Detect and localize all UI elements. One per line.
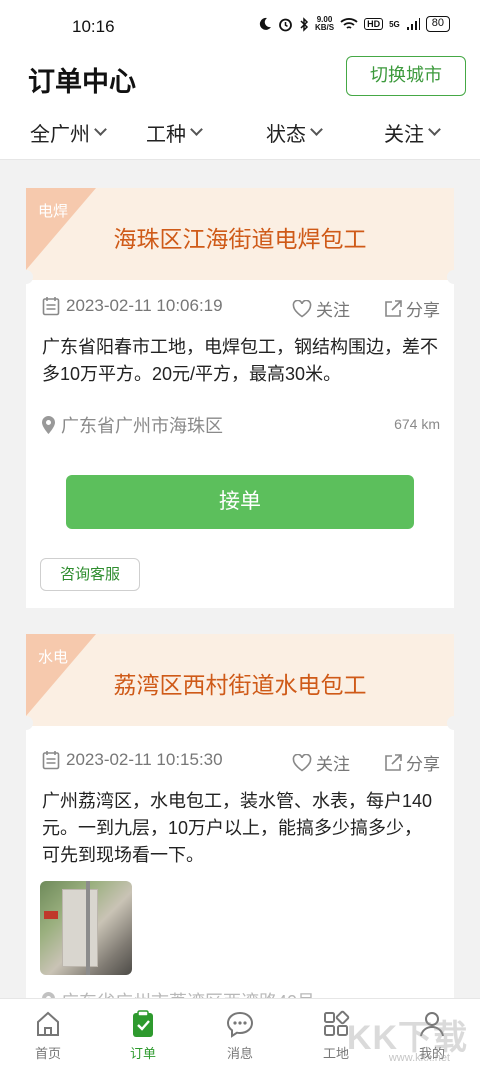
share-button[interactable]: 分享 xyxy=(384,296,440,321)
chat-bubble-icon xyxy=(226,1011,254,1038)
filter-label: 全广州 xyxy=(30,124,90,146)
order-date: 2023-02-11 10:15:30 xyxy=(42,750,223,770)
order-datetime: 2023-02-11 10:06:19 xyxy=(66,296,223,315)
follow-button[interactable]: 关注 xyxy=(292,750,350,775)
tab-messages[interactable]: 消息 xyxy=(208,1009,272,1062)
filter-city[interactable]: 全广州 xyxy=(30,118,107,147)
order-date: 2023-02-11 10:06:19 xyxy=(42,296,223,316)
calendar-icon xyxy=(42,751,60,770)
follow-button[interactable]: 关注 xyxy=(292,296,350,321)
order-location-row: 广东省广州市海珠区 674 km xyxy=(26,388,454,448)
status-icons: 9.00 KB/S HD 5G 80 xyxy=(258,16,450,32)
location-text: 广东省广州市海珠区 xyxy=(61,416,223,436)
filter-bar: 全广州 工种 状态 关注 xyxy=(0,106,480,160)
distance: 674 km xyxy=(394,416,440,432)
order-meta: 2023-02-11 10:06:19 关注 分享 xyxy=(26,284,454,328)
bluetooth-icon xyxy=(300,16,309,32)
chevron-down-icon xyxy=(310,123,323,136)
home-icon xyxy=(37,1011,59,1036)
battery-icon: 80 xyxy=(425,16,450,32)
order-description: 广州荔湾区，水电包工，装水管、水表，每户140元。一到九层，10万户以上，能搞多… xyxy=(42,791,433,865)
order-card-header: 水电 荔湾区西村街道水电包工 xyxy=(19,634,461,730)
trade-tag: 电焊 xyxy=(38,203,69,220)
order-description: 广东省阳春市工地，电焊包工，钢结构围边，差不多10万平方。20元/平方，最高30… xyxy=(42,337,438,384)
net-speed-unit: KB/S xyxy=(314,23,335,32)
filter-follow[interactable]: 关注 xyxy=(384,118,441,147)
page-title: 订单中心 xyxy=(28,67,136,97)
share-button[interactable]: 分享 xyxy=(384,750,440,775)
tab-label: 首页 xyxy=(34,1046,61,1061)
photo-detail xyxy=(62,889,98,967)
chevron-down-icon xyxy=(428,123,441,136)
order-title: 海珠区江海街道电焊包工 xyxy=(113,226,367,252)
card-notch-right xyxy=(447,270,461,284)
switch-city-button[interactable]: 切换城市 xyxy=(346,56,466,96)
signal-label: 5G xyxy=(389,19,400,29)
filter-status[interactable]: 状态 xyxy=(266,118,323,147)
share-label: 分享 xyxy=(406,301,440,320)
tab-label: 工地 xyxy=(322,1046,349,1061)
order-title: 荔湾区西村街道水电包工 xyxy=(113,672,367,698)
trade-tag: 水电 xyxy=(38,649,69,666)
card-notch-left xyxy=(19,716,33,730)
order-card[interactable]: 电焊 海珠区江海街道电焊包工 2023-02-11 10:06:19 关注 分享… xyxy=(19,188,461,608)
alarm-icon xyxy=(279,18,292,31)
order-datetime: 2023-02-11 10:15:30 xyxy=(66,750,223,769)
wifi-icon xyxy=(340,18,358,29)
card-notch-right xyxy=(447,716,461,730)
share-icon xyxy=(385,753,402,771)
signal-icon xyxy=(406,18,420,30)
photo-detail xyxy=(44,911,58,919)
net-speed: 9.00 KB/S xyxy=(315,16,334,32)
status-time: 10:16 xyxy=(72,17,115,36)
status-bar: 10:16 9.00 KB/S HD 5G 80 xyxy=(0,0,480,52)
watermark-url: www.kkx.net xyxy=(388,1052,450,1064)
order-location: 广东省广州市海珠区 xyxy=(42,412,223,438)
tab-home[interactable]: 首页 xyxy=(16,1009,80,1062)
order-photo[interactable] xyxy=(40,881,132,975)
consult-service-button[interactable]: 咨询客服 xyxy=(40,558,140,591)
chevron-down-icon xyxy=(94,123,107,136)
order-meta: 2023-02-11 10:15:30 关注 分享 xyxy=(26,738,454,782)
tab-orders[interactable]: 订单 xyxy=(111,1009,175,1062)
hd-badge: HD xyxy=(364,18,384,30)
tab-label: 消息 xyxy=(226,1046,253,1061)
moon-icon xyxy=(259,17,271,30)
accept-order-button[interactable]: 接单 xyxy=(66,475,414,529)
order-clipboard-icon xyxy=(133,1010,153,1037)
location-pin-icon xyxy=(42,416,55,434)
share-icon xyxy=(385,299,402,317)
calendar-icon xyxy=(42,297,60,316)
filter-trade[interactable]: 工种 xyxy=(146,118,203,147)
filter-label: 关注 xyxy=(384,124,424,146)
photo-detail xyxy=(86,881,90,975)
follow-label: 关注 xyxy=(316,755,350,774)
follow-label: 关注 xyxy=(316,301,350,320)
order-card-header: 电焊 海珠区江海街道电焊包工 xyxy=(19,188,461,284)
order-card[interactable]: 水电 荔湾区西村街道水电包工 2023-02-11 10:15:30 关注 分享… xyxy=(19,634,461,1012)
filter-label: 状态 xyxy=(266,124,306,146)
filter-label: 工种 xyxy=(146,124,186,146)
tab-label: 订单 xyxy=(129,1046,156,1061)
header: 订单中心 切换城市 xyxy=(0,52,480,106)
heart-icon xyxy=(292,299,312,317)
heart-icon xyxy=(292,753,312,771)
card-notch-left xyxy=(19,270,33,284)
chevron-down-icon xyxy=(190,123,203,136)
share-label: 分享 xyxy=(406,755,440,774)
